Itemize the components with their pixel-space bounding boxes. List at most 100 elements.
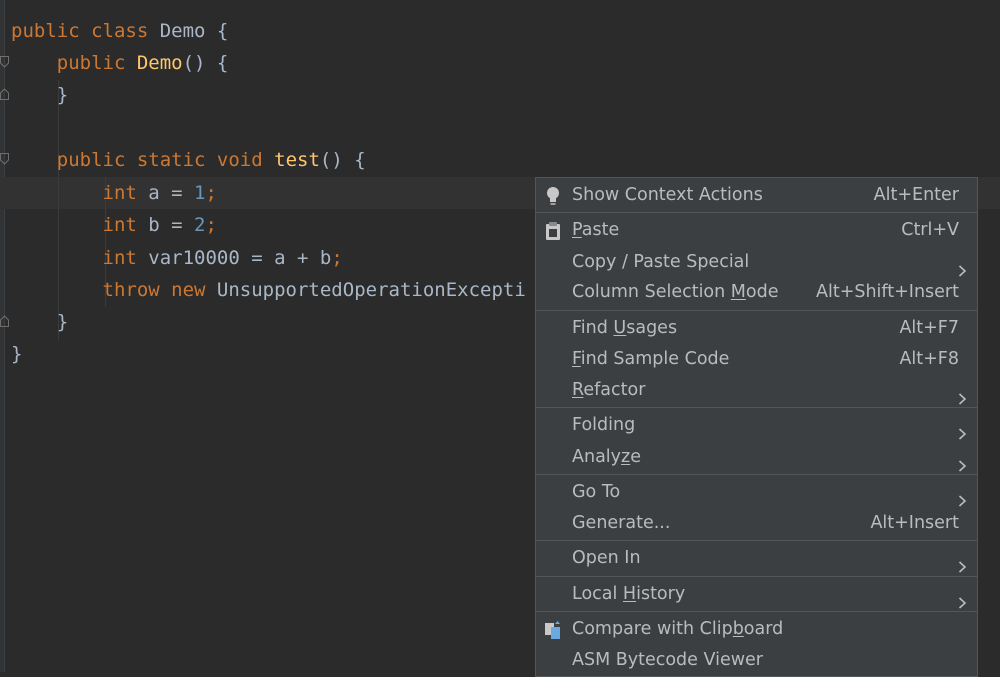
code-text: { [216,20,229,42]
lightbulb-icon [544,186,562,206]
menu-item-shortcut: Alt+Insert [870,513,959,533]
menu-item-label: ASM Bytecode Viewer [572,650,763,670]
fold-marker-icon[interactable] [0,153,9,165]
code-text: () { [319,149,366,171]
menu-item-shortcut: Alt+Enter [873,185,959,205]
menu-item-label: Find Usages [572,318,678,338]
clipboard-icon [544,221,562,241]
menu-item-paste[interactable]: Paste Ctrl+V [536,215,977,246]
code-keyword: int [102,182,149,204]
code-line[interactable]: throw new UnsupportedOperationExcepti [11,274,526,306]
editor-gutter [0,0,5,672]
code-function-name: Demo [136,52,183,74]
menu-item-show-context-actions[interactable]: Show Context Actions Alt+Enter [536,180,977,211]
menu-item-label: Compare with Clipboard [572,619,784,639]
menu-item-label: Copy / Paste Special [572,252,750,272]
menu-item-label: Find Sample Code [572,349,730,369]
compare-icon [544,620,562,640]
menu-item-label: Open In [572,548,641,568]
code-number: 2 [194,214,206,236]
context-menu[interactable]: Show Context Actions Alt+Enter Paste Ctrl+V… [535,177,978,677]
code-text: } [11,343,23,365]
code-line[interactable]: int b = 2; [11,209,217,241]
chevron-right-icon [958,553,967,573]
menu-item-find-usages[interactable]: Find Usages Alt+F7 [536,313,977,344]
fold-marker-icon[interactable] [0,315,9,327]
menu-item-shortcut: Alt+F8 [899,349,959,369]
code-line[interactable]: int var10000 = a + b; [11,242,343,274]
menu-item-generate[interactable]: Generate... Alt+Insert [536,508,977,539]
menu-item-folding[interactable]: Folding [536,410,977,441]
code-keyword: public [11,20,92,42]
code-line[interactable]: } [11,306,68,338]
menu-item-asm-bytecode-viewer[interactable]: ASM Bytecode Viewer [536,645,977,676]
menu-item-label: Column Selection Mode [572,282,779,302]
menu-item-open-in[interactable]: Open In [536,543,977,574]
menu-item-go-to[interactable]: Go To [536,477,977,508]
chevron-right-icon [958,385,967,405]
menu-item-label: Local History [572,584,686,604]
menu-separator [536,212,977,213]
code-keyword: class [91,20,160,42]
menu-item-shortcut: Alt+Shift+Insert [816,282,959,302]
code-text: } [56,84,69,106]
menu-separator [536,576,977,577]
code-text: a = [148,182,195,204]
menu-item-local-history[interactable]: Local History [536,579,977,610]
fold-marker-icon[interactable] [0,56,9,68]
code-line[interactable]: public class Demo { [11,15,228,47]
code-keyword: void [216,149,275,171]
menu-separator [536,407,977,408]
menu-item-column-selection-mode[interactable]: Column Selection Mode Alt+Shift+Insert [536,277,977,308]
code-text: } [56,311,69,333]
code-line[interactable]: public static void test() { [11,144,366,176]
code-text: var10000 = a + b [148,247,332,269]
code-line[interactable]: int a = 1; [11,177,217,209]
fold-marker-icon[interactable] [0,88,9,100]
menu-item-find-sample-code[interactable]: Find Sample Code Alt+F8 [536,344,977,375]
menu-item-analyze[interactable]: Analyze [536,442,977,473]
code-keyword: int [102,247,149,269]
code-line[interactable]: } [11,338,22,370]
code-text: Demo [159,20,217,42]
code-text: () { [182,52,229,74]
menu-item-label: Refactor [572,380,646,400]
menu-item-shortcut: Ctrl+V [901,220,959,240]
code-line[interactable]: public Demo() { [11,47,229,79]
chevron-right-icon [958,452,967,472]
chevron-right-icon [958,257,967,277]
code-keyword: ; [205,182,217,204]
code-line[interactable]: } [11,79,68,111]
menu-item-label: Paste [572,220,620,240]
menu-item-shortcut: Alt+F7 [899,318,959,338]
code-keyword: int [102,214,149,236]
code-number: 1 [194,182,206,204]
menu-item-label: Go To [572,482,621,502]
menu-item-refactor[interactable]: Refactor [536,375,977,406]
menu-item-label: Analyze [572,447,641,467]
code-text: UnsupportedOperationExcepti [216,279,526,301]
menu-item-label: Generate... [572,513,671,533]
menu-separator [536,611,977,612]
chevron-right-icon [958,420,967,440]
code-keyword: public [56,149,137,171]
menu-item-copy-paste-special[interactable]: Copy / Paste Special [536,247,977,278]
chevron-right-icon [958,589,967,609]
chevron-right-icon [958,487,967,507]
code-text: b = [148,214,195,236]
menu-separator [536,540,977,541]
menu-item-label: Folding [572,415,636,435]
code-keyword: ; [331,247,343,269]
menu-separator [536,310,977,311]
code-keyword: new [171,279,217,301]
code-keyword: static [136,149,217,171]
code-function-name: test [274,149,320,171]
menu-item-compare-with-clipboard[interactable]: Compare with Clipboard [536,614,977,645]
